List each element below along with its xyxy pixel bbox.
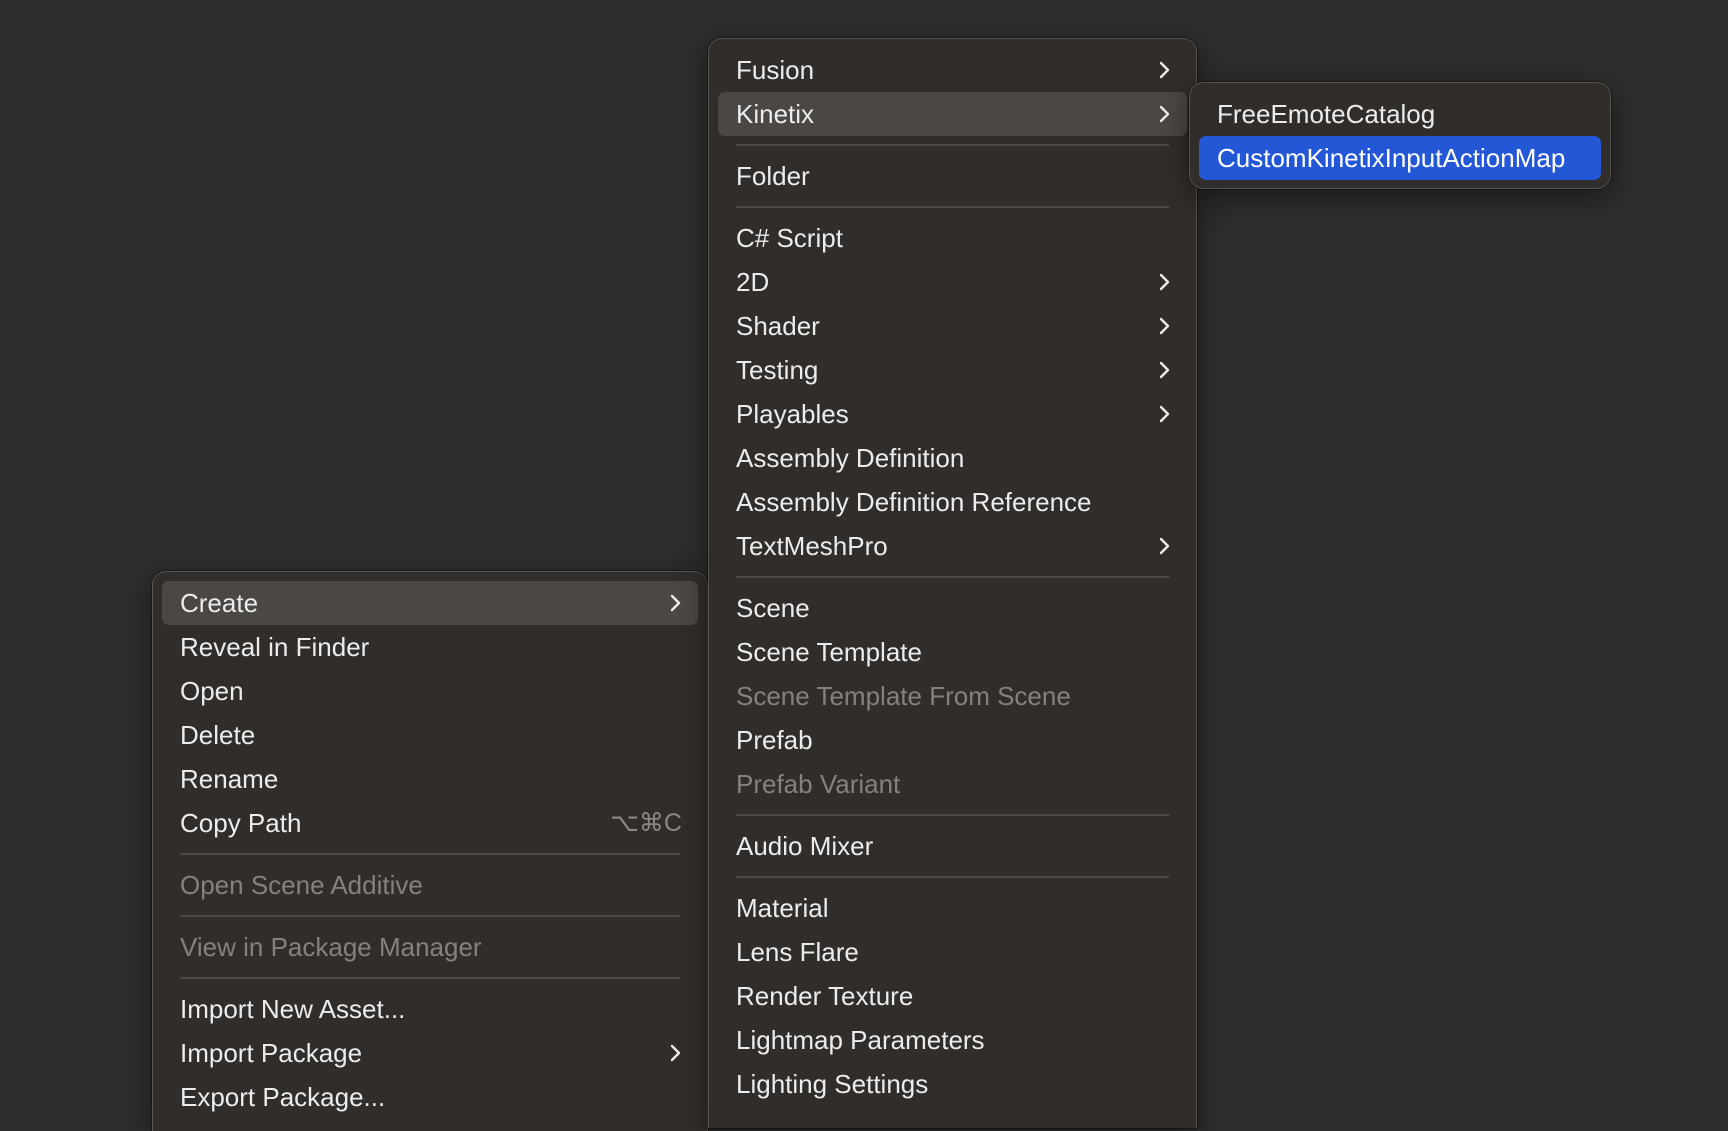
menu-item-2d[interactable]: 2D (718, 260, 1187, 304)
chevron-right-icon (1159, 317, 1170, 335)
menu-item-testing[interactable]: Testing (718, 348, 1187, 392)
menu-item-label: Open (180, 676, 244, 706)
menu-item-rename[interactable]: Rename (162, 757, 698, 801)
menu-item-create[interactable]: Create (162, 581, 698, 625)
menu-separator (736, 876, 1169, 878)
chevron-right-icon (1159, 405, 1170, 423)
menu-item-label: Render Texture (736, 981, 914, 1011)
menu-item-label: Assembly Definition Reference (736, 487, 1092, 517)
menu-item-prefab[interactable]: Prefab (718, 718, 1187, 762)
chevron-right-icon (1159, 273, 1170, 291)
menu-item-kinetix[interactable]: Kinetix (718, 92, 1187, 136)
menu-item-label: Folder (736, 161, 810, 191)
menu-item-lightmap-parameters[interactable]: Lightmap Parameters (718, 1018, 1187, 1062)
chevron-right-icon (1159, 105, 1170, 123)
menu-item-label: Fusion (736, 55, 815, 85)
menu-item-label: Create (180, 588, 259, 618)
menu-item-label: 2D (736, 267, 770, 297)
menu-item-open-scene-additive: Open Scene Additive (162, 863, 698, 907)
menu-item-copy-path[interactable]: Copy Path ⌥⌘C (162, 801, 698, 845)
menu-item-delete[interactable]: Delete (162, 713, 698, 757)
menu-item-label: Playables (736, 399, 849, 429)
menu-item-prefab-variant: Prefab Variant (718, 762, 1187, 806)
menu-item-assembly-definition[interactable]: Assembly Definition (718, 436, 1187, 480)
menu-item-label: CustomKinetixInputActionMap (1217, 143, 1566, 173)
menu-separator (736, 144, 1169, 146)
menu-item-label: Open Scene Additive (180, 870, 423, 900)
menu-item-label: Shader (736, 311, 820, 341)
menu-item-render-texture[interactable]: Render Texture (718, 974, 1187, 1018)
menu-separator (736, 206, 1169, 208)
menu-item-label: Assembly Definition (736, 443, 965, 473)
chevron-right-icon (1159, 537, 1170, 555)
menu-item-material[interactable]: Material (718, 886, 1187, 930)
create-submenu: Fusion Kinetix Folder C# Script 2D Shade… (708, 38, 1197, 1128)
menu-item-label: Prefab (736, 725, 813, 755)
menu-item-scene[interactable]: Scene (718, 586, 1187, 630)
menu-separator (180, 915, 680, 917)
menu-item-label: Kinetix (736, 99, 815, 129)
menu-item-playables[interactable]: Playables (718, 392, 1187, 436)
menu-item-label: C# Script (736, 223, 843, 253)
menu-item-label: FreeEmoteCatalog (1217, 99, 1436, 129)
menu-item-textmeshpro[interactable]: TextMeshPro (718, 524, 1187, 568)
menu-item-label: Lighting Settings (736, 1069, 929, 1099)
chevron-right-icon (1159, 61, 1170, 79)
menu-item-label: Scene (736, 593, 810, 623)
menu-item-label: Lens Flare (736, 937, 859, 967)
menu-item-free-emote-catalog[interactable]: FreeEmoteCatalog (1199, 92, 1601, 136)
menu-item-label: Material (736, 893, 829, 923)
menu-item-csharp-script[interactable]: C# Script (718, 216, 1187, 260)
menu-item-scene-template[interactable]: Scene Template (718, 630, 1187, 674)
menu-item-reveal-in-finder[interactable]: Reveal in Finder (162, 625, 698, 669)
context-menu: Create Reveal in Finder Open Delete Rena… (152, 571, 708, 1131)
chevron-right-icon (670, 594, 681, 612)
menu-item-label: Copy Path (180, 808, 302, 838)
menu-separator (736, 576, 1169, 578)
menu-item-import-package[interactable]: Import Package (162, 1031, 698, 1075)
chevron-right-icon (670, 1044, 681, 1062)
menu-item-label: Rename (180, 764, 279, 794)
menu-item-import-new-asset[interactable]: Import New Asset... (162, 987, 698, 1031)
keyboard-shortcut: ⌥⌘C (610, 809, 682, 837)
menu-item-audio-mixer[interactable]: Audio Mixer (718, 824, 1187, 868)
menu-item-scene-template-from-scene: Scene Template From Scene (718, 674, 1187, 718)
menu-separator (180, 853, 680, 855)
menu-item-label: Testing (736, 355, 819, 385)
menu-separator (736, 814, 1169, 816)
menu-separator (180, 977, 680, 979)
menu-item-label: TextMeshPro (736, 531, 888, 561)
menu-item-label: View in Package Manager (180, 932, 482, 962)
menu-item-label: Audio Mixer (736, 831, 874, 861)
menu-item-folder[interactable]: Folder (718, 154, 1187, 198)
kinetix-submenu: FreeEmoteCatalog CustomKinetixInputActio… (1189, 82, 1611, 189)
menu-item-custom-kinetix-input-action-map[interactable]: CustomKinetixInputActionMap (1199, 136, 1601, 180)
chevron-right-icon (1159, 361, 1170, 379)
menu-item-export-package[interactable]: Export Package... (162, 1075, 698, 1119)
menu-item-assembly-definition-reference[interactable]: Assembly Definition Reference (718, 480, 1187, 524)
menu-item-label: Lightmap Parameters (736, 1025, 985, 1055)
menu-item-fusion[interactable]: Fusion (718, 48, 1187, 92)
menu-item-label: Import New Asset... (180, 994, 406, 1024)
menu-item-label: Export Package... (180, 1082, 386, 1112)
menu-item-shader[interactable]: Shader (718, 304, 1187, 348)
menu-item-lighting-settings[interactable]: Lighting Settings (718, 1062, 1187, 1106)
menu-item-label: Scene Template From Scene (736, 681, 1071, 711)
menu-item-label: Import Package (180, 1038, 363, 1068)
menu-item-lens-flare[interactable]: Lens Flare (718, 930, 1187, 974)
menu-item-label: Prefab Variant (736, 769, 901, 799)
menu-item-label: Delete (180, 720, 256, 750)
menu-item-open[interactable]: Open (162, 669, 698, 713)
menu-item-label: Reveal in Finder (180, 632, 370, 662)
menu-item-view-in-package-manager: View in Package Manager (162, 925, 698, 969)
menu-item-label: Scene Template (736, 637, 922, 667)
